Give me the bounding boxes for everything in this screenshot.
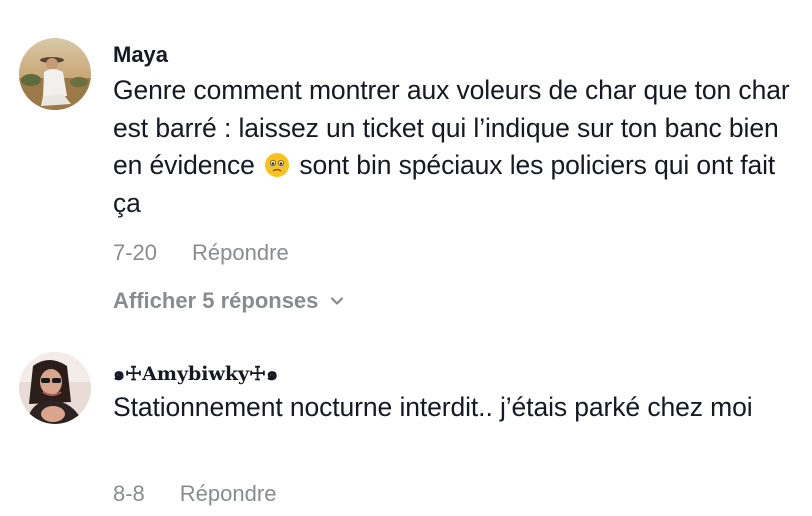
username[interactable]: ๑☩Amybiwky☩๑ [113, 361, 802, 387]
avatar-photo [19, 38, 91, 110]
view-replies-label: Afficher 5 réponses [113, 288, 319, 313]
comment-text: Genre comment montrer aux voleurs de cha… [113, 72, 802, 222]
comment-text: Stationnement nocturne interdit.. j’étai… [113, 392, 753, 422]
comment-date: 8-8 [113, 481, 145, 506]
avatar-photo [19, 352, 91, 424]
comment-date: 7-20 [113, 240, 158, 265]
comment-meta: 8-8 Répondre [113, 481, 802, 507]
comment-meta: 7-20 Répondre [113, 240, 802, 266]
reply-button[interactable]: Répondre [180, 481, 277, 507]
reply-button[interactable]: Répondre [192, 240, 289, 266]
face-holding-back-tears-emoji [265, 153, 290, 177]
avatar[interactable] [19, 352, 91, 424]
chevron-down-icon [331, 297, 344, 305]
avatar[interactable] [19, 38, 91, 110]
username[interactable]: Maya [113, 42, 802, 68]
view-replies-button[interactable]: Afficher 5 réponses [113, 288, 344, 314]
